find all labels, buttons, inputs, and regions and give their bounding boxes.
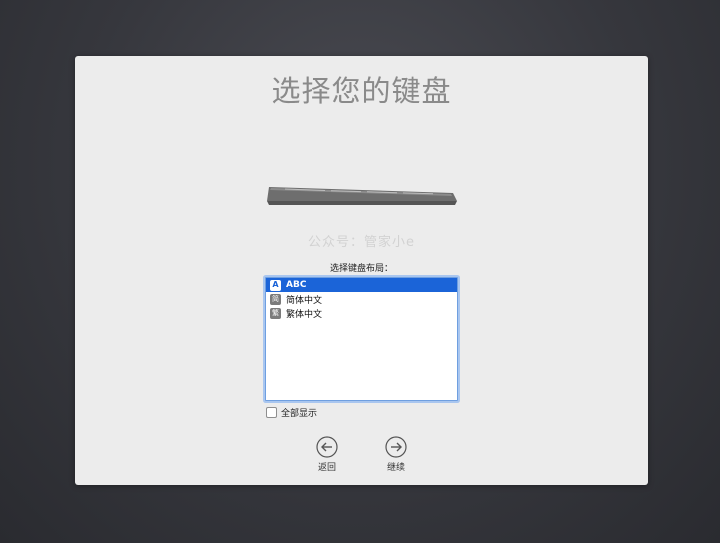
show-all-label: 全部显示 bbox=[281, 409, 318, 419]
page-title: 选择您的键盘 bbox=[271, 74, 452, 108]
abc-input-icon: A bbox=[270, 279, 281, 291]
layout-label: 选择键盘布局： bbox=[329, 264, 393, 274]
keyboard-icon bbox=[267, 187, 457, 205]
list-item-label: ABC bbox=[286, 280, 307, 290]
list-item-simplified-chinese[interactable]: 简 简体中文 bbox=[266, 292, 457, 306]
show-all-checkbox[interactable] bbox=[266, 407, 277, 418]
show-all-option[interactable]: 全部显示 bbox=[266, 406, 317, 419]
keyboard-layout-list[interactable]: A ABC 简 简体中文 繁 繁体中文 bbox=[265, 277, 458, 401]
continue-label: 继续 bbox=[386, 463, 405, 473]
setup-panel: 选择您的键盘 公众号：管家小e 选择键盘布局： A ABC 简 简体中文 繁 繁… bbox=[75, 56, 648, 485]
list-item-label: 繁体中文 bbox=[286, 309, 323, 320]
list-item-traditional-chinese[interactable]: 繁 繁体中文 bbox=[266, 306, 457, 320]
watermark-text: 公众号：管家小e bbox=[308, 235, 415, 250]
continue-button[interactable]: 继续 bbox=[376, 436, 416, 473]
arrow-left-circle-icon[interactable] bbox=[316, 436, 338, 458]
traditional-chinese-input-icon: 繁 bbox=[270, 307, 281, 319]
arrow-right-circle-icon[interactable] bbox=[385, 436, 407, 458]
back-label: 返回 bbox=[317, 463, 336, 473]
back-button[interactable]: 返回 bbox=[307, 436, 347, 473]
list-item-label: 简体中文 bbox=[286, 295, 323, 306]
list-item-abc[interactable]: A ABC bbox=[266, 278, 457, 292]
simplified-chinese-input-icon: 简 bbox=[270, 293, 281, 305]
